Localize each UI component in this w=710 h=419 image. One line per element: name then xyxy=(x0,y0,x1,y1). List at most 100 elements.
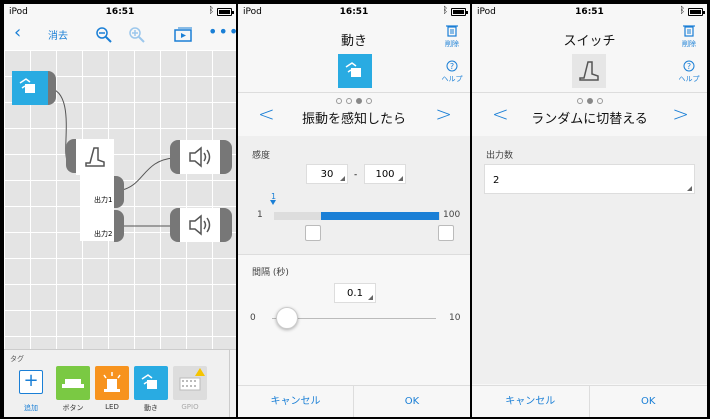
speaker-node-1[interactable] xyxy=(180,140,220,174)
switch-outputs: 出力1 出力2 xyxy=(80,175,114,241)
gpio-part-tile[interactable] xyxy=(173,366,207,400)
output-count-select[interactable]: 2 xyxy=(484,164,695,194)
clock: 16:51 xyxy=(105,7,135,17)
help-tool[interactable]: ? ヘルプ xyxy=(675,60,703,84)
range-dash: - xyxy=(354,170,358,180)
dialog-footer: キャンセル OK xyxy=(238,385,470,417)
sensitivity-section: 感度 30 - 100 1 1 100 xyxy=(238,136,470,254)
output-count-label: 出力数 xyxy=(486,151,514,161)
speaker-1-input[interactable] xyxy=(170,140,180,174)
gpio-icon xyxy=(179,368,205,391)
tag-label: タグ xyxy=(10,355,24,363)
output-2-port[interactable] xyxy=(114,210,124,242)
led-part-label: LED xyxy=(105,403,119,411)
preview-icon[interactable] xyxy=(174,27,194,43)
button-part-label: ボタン xyxy=(62,404,84,412)
editor-screen: iPod 16:51 ᛒ ‹ 消去 ••• 出力1 出力2 xyxy=(4,4,236,417)
output-2-label: 出力2 xyxy=(94,230,113,238)
svg-text:?: ? xyxy=(687,62,691,71)
svg-text:?: ? xyxy=(450,62,454,71)
help-label: ヘルプ xyxy=(678,75,700,83)
speaker-node-2[interactable] xyxy=(180,208,220,242)
switch-icon xyxy=(579,61,599,81)
dialog-footer: キャンセル OK xyxy=(472,385,707,417)
help-label: ヘルプ xyxy=(441,75,463,83)
button-part-tile[interactable] xyxy=(56,366,90,400)
header-divider xyxy=(238,92,470,93)
led-part-tile[interactable] xyxy=(95,366,129,400)
speaker-2-input[interactable] xyxy=(170,208,180,242)
cancel-button[interactable]: キャンセル xyxy=(472,386,590,417)
sensitivity-scale-min: 1 xyxy=(257,210,263,220)
bluetooth-icon: ᛒ xyxy=(679,6,685,16)
interval-select[interactable]: 0.1 xyxy=(334,283,376,303)
motion-part-tile[interactable] xyxy=(134,366,168,400)
status-bar: iPod 16:51 ᛒ xyxy=(472,4,707,20)
header-divider xyxy=(472,92,707,93)
add-icon: + xyxy=(23,370,39,391)
output-1-label: 出力1 xyxy=(94,196,113,204)
zoom-out-icon[interactable] xyxy=(95,26,113,44)
delete-button[interactable]: 消去 xyxy=(48,27,68,42)
battery-icon xyxy=(451,8,468,16)
output-section: 出力数 2 xyxy=(472,136,707,384)
switch-icon xyxy=(85,147,105,167)
help-tool[interactable]: ? ヘルプ xyxy=(438,60,466,84)
settings-header: スイッチ 削除 ? ヘルプ xyxy=(472,20,707,90)
sensitivity-min-select[interactable]: 30 xyxy=(306,164,348,184)
cancel-button[interactable]: キャンセル xyxy=(238,386,354,417)
switch-node-input[interactable] xyxy=(66,139,76,173)
status-bar: iPod 16:51 ᛒ xyxy=(238,4,470,20)
motion-node[interactable] xyxy=(12,71,48,105)
battery-icon xyxy=(217,8,234,16)
help-icon: ? xyxy=(446,60,458,72)
editor-toolbar: ‹ 消去 ••• xyxy=(4,20,236,50)
gpio-part-label: GPIO xyxy=(181,403,199,411)
button-icon xyxy=(62,379,84,388)
back-icon[interactable]: ‹ xyxy=(14,22,21,43)
bluetooth-icon: ᛒ xyxy=(208,6,214,16)
motion-settings-screen: iPod 16:51 ᛒ 動き 削除 ? ヘルプ < 振動を感知したら > 感度… xyxy=(238,4,470,417)
delete-label: 削除 xyxy=(445,40,459,48)
sensitivity-scale-max: 100 xyxy=(443,210,461,220)
speaker-2-output[interactable] xyxy=(220,208,232,242)
bluetooth-icon: ᛒ xyxy=(442,6,448,16)
tray-divider xyxy=(229,350,230,417)
output-1-port[interactable] xyxy=(114,176,124,208)
settings-header: 動き 削除 ? ヘルプ xyxy=(238,20,470,90)
delete-tool[interactable]: 削除 xyxy=(677,24,701,49)
interval-scale-min: 0 xyxy=(250,313,256,323)
marker-caret-icon xyxy=(270,200,276,205)
sensitivity-max-select[interactable]: 100 xyxy=(364,164,406,184)
speaker-1-output[interactable] xyxy=(220,140,232,174)
trash-icon xyxy=(446,25,458,37)
interval-scale-max: 10 xyxy=(449,313,461,323)
add-button[interactable]: + xyxy=(19,370,43,394)
sensitivity-max-handle[interactable] xyxy=(438,225,454,241)
status-bar: iPod 16:51 ᛒ xyxy=(4,4,236,20)
motion-icon xyxy=(141,374,157,389)
next-arrow-icon[interactable]: > xyxy=(672,102,689,126)
flow-canvas[interactable]: 出力1 出力2 xyxy=(4,50,236,350)
ok-button[interactable]: OK xyxy=(590,386,708,417)
parts-tray: タグ + 追加 ボタン LED 動き GPIO xyxy=(4,349,236,417)
motion-icon xyxy=(345,62,361,77)
switch-node[interactable] xyxy=(76,139,114,175)
page-title: スイッチ xyxy=(563,34,616,49)
speaker-icon xyxy=(189,214,211,236)
delete-tool[interactable]: 削除 xyxy=(440,24,464,49)
add-label: 追加 xyxy=(24,404,38,412)
page-title: 動き xyxy=(340,34,367,49)
sensitivity-min-handle[interactable] xyxy=(305,225,321,241)
more-icon[interactable]: ••• xyxy=(208,22,236,41)
sensitivity-range-fill xyxy=(321,212,439,220)
zoom-in-icon[interactable] xyxy=(128,26,146,44)
clock: 16:51 xyxy=(575,7,604,17)
interval-slider-thumb[interactable] xyxy=(276,307,298,329)
motion-part-label: 動き xyxy=(144,404,158,412)
motion-node-output[interactable] xyxy=(48,71,56,105)
motion-part-badge xyxy=(338,54,372,88)
ok-button[interactable]: OK xyxy=(354,386,470,417)
switch-settings-screen: iPod 16:51 ᛒ スイッチ 削除 ? ヘルプ < ランダムに切替える >… xyxy=(472,4,707,417)
next-arrow-icon[interactable]: > xyxy=(435,102,452,126)
